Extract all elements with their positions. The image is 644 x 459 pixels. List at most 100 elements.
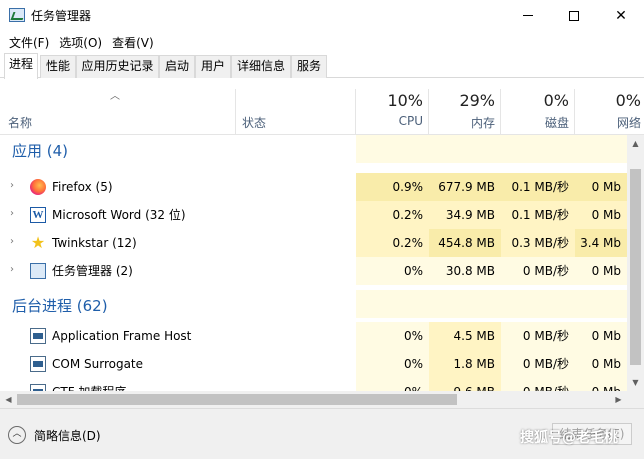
minimize-icon <box>523 15 533 16</box>
close-icon: ✕ <box>615 7 627 24</box>
window-icon <box>30 328 46 344</box>
scroll-up-icon[interactable]: ▲ <box>627 135 644 152</box>
memory-value: 677.9 MB <box>429 173 501 201</box>
menu-options[interactable]: 选项(O) <box>54 34 107 51</box>
column-cpu[interactable]: 10% CPU <box>356 79 429 135</box>
tab-startup[interactable]: 启动 <box>159 55 195 78</box>
memory-value: 454.8 MB <box>429 229 501 257</box>
expand-icon[interactable]: › <box>10 209 16 219</box>
process-name: Twinkstar (12) <box>52 236 137 250</box>
process-name: Application Frame Host <box>52 329 192 343</box>
column-memory-label: 内存 <box>470 116 495 130</box>
horizontal-scroll-thumb[interactable] <box>17 394 457 405</box>
column-status-label: 状态 <box>242 116 267 130</box>
disk-value: 0.1 MB/秒 <box>501 173 575 201</box>
word-icon: W <box>30 207 46 223</box>
disk-total-pct: 0% <box>543 91 569 110</box>
scroll-right-icon[interactable]: ▶ <box>610 391 627 408</box>
maximize-button[interactable] <box>551 0 597 31</box>
network-total-pct: 0% <box>615 91 641 110</box>
menu-view[interactable]: 查看(V) <box>107 34 159 51</box>
table-row[interactable]: Application Frame Host 0% 4.5 MB 0 MB/秒 … <box>0 322 627 350</box>
task-manager-icon <box>9 8 25 22</box>
process-name: 任务管理器 (2) <box>52 264 133 278</box>
cpu-value: 0.9% <box>356 173 429 201</box>
table-row[interactable]: COM Surrogate 0% 1.8 MB 0 MB/秒 0 Mb <box>0 350 627 378</box>
tab-performance[interactable]: 性能 <box>40 55 76 78</box>
cpu-value: 0% <box>356 257 429 285</box>
tab-details[interactable]: 详细信息 <box>231 55 291 78</box>
process-list[interactable]: 应用 (4) › Firefox (5) 0.9% 677.9 MB 0.1 M… <box>0 135 627 391</box>
chevron-up-icon[interactable]: ︿ <box>8 426 26 444</box>
scroll-left-icon[interactable]: ◀ <box>0 391 17 408</box>
process-name: CTF 加载程序 <box>52 378 126 391</box>
task-manager-icon <box>30 263 46 279</box>
column-name[interactable]: 名称 <box>0 79 235 135</box>
title-bar[interactable]: 任务管理器 ✕ <box>0 0 644 31</box>
process-name: COM Surrogate <box>52 357 144 371</box>
horizontal-scrollbar[interactable]: ◀ ▶ <box>0 391 627 408</box>
close-button[interactable]: ✕ <box>598 0 644 31</box>
network-value: 0 Mb <box>575 201 627 229</box>
column-status[interactable]: 状态 <box>236 79 356 135</box>
tab-app-history[interactable]: 应用历史记录 <box>76 55 159 78</box>
footer-bar: ︿ 简略信息(D) 结束任务(E) 搜狐号@老毛桃 <box>0 408 644 459</box>
group-title-background: 后台进程 (62) <box>12 297 108 315</box>
network-value: 3.4 Mb <box>575 229 627 257</box>
network-value: 0 Mb <box>575 378 627 391</box>
menu-file[interactable]: 文件(F) <box>4 34 54 51</box>
disk-value: 0 MB/秒 <box>501 257 575 285</box>
firefox-icon <box>30 179 46 195</box>
column-memory[interactable]: 29% 内存 <box>429 79 501 135</box>
table-row[interactable]: › W Microsoft Word (32 位) 0.2% 34.9 MB 0… <box>0 201 627 229</box>
cpu-value: 0% <box>356 350 429 378</box>
tab-processes[interactable]: 进程 <box>4 53 38 79</box>
watermark: 搜狐号@老毛桃 <box>520 430 618 446</box>
cpu-value: 0% <box>356 322 429 350</box>
column-name-label: 名称 <box>8 116 33 130</box>
cpu-value: 0.2% <box>356 229 429 257</box>
column-network[interactable]: 0% 网络 <box>575 79 644 135</box>
memory-value: 9.6 MB <box>429 378 501 391</box>
group-header-background[interactable]: 后台进程 (62) <box>0 290 627 318</box>
network-value: 0 Mb <box>575 173 627 201</box>
cpu-value: 0% <box>356 378 429 391</box>
tab-users[interactable]: 用户 <box>195 55 231 78</box>
column-network-label: 网络 <box>616 116 641 130</box>
memory-value: 30.8 MB <box>429 257 501 285</box>
cpu-total-pct: 10% <box>387 91 423 110</box>
vertical-scrollbar[interactable]: ▲ ▼ <box>627 135 644 391</box>
expand-icon[interactable]: › <box>10 237 16 247</box>
expand-icon[interactable]: › <box>10 265 16 275</box>
group-header-apps[interactable]: 应用 (4) <box>0 135 627 163</box>
window-title: 任务管理器 <box>31 9 92 23</box>
tab-services[interactable]: 服务 <box>291 55 327 78</box>
disk-value: 0 MB/秒 <box>501 350 575 378</box>
ctf-icon <box>30 384 46 391</box>
disk-value: 0.3 MB/秒 <box>501 229 575 257</box>
fewer-details-link[interactable]: 简略信息(D) <box>34 427 101 444</box>
menu-bar: 文件(F) 选项(O) 查看(V) <box>0 31 644 53</box>
network-value: 0 Mb <box>575 350 627 378</box>
disk-value: 0 MB/秒 <box>501 322 575 350</box>
disk-value: 0 MB/秒 <box>501 378 575 391</box>
process-name: Firefox (5) <box>52 180 113 194</box>
table-row[interactable]: CTF 加载程序 0% 9.6 MB 0 MB/秒 0 Mb <box>0 378 627 391</box>
window-icon <box>30 356 46 372</box>
maximize-icon <box>569 10 579 21</box>
column-disk-label: 磁盘 <box>544 116 569 130</box>
scroll-down-icon[interactable]: ▼ <box>627 374 644 391</box>
expand-icon[interactable]: › <box>10 181 16 191</box>
scrollbar-corner <box>627 391 644 408</box>
disk-value: 0.1 MB/秒 <box>501 201 575 229</box>
column-disk[interactable]: 0% 磁盘 <box>501 79 575 135</box>
minimize-button[interactable] <box>505 0 551 31</box>
table-row[interactable]: › ★ Twinkstar (12) 0.2% 454.8 MB 0.3 MB/… <box>0 229 627 257</box>
vertical-scroll-thumb[interactable] <box>630 169 641 365</box>
cpu-value: 0.2% <box>356 201 429 229</box>
table-row[interactable]: › Firefox (5) 0.9% 677.9 MB 0.1 MB/秒 0 M… <box>0 173 627 201</box>
tab-bar: 进程 性能 应用历史记录 启动 用户 详细信息 服务 <box>0 53 644 79</box>
network-value: 0 Mb <box>575 257 627 285</box>
table-row[interactable]: › 任务管理器 (2) 0% 30.8 MB 0 MB/秒 0 Mb <box>0 257 627 285</box>
column-header: ︿ 名称 状态 10% CPU 29% 内存 0% 磁盘 0% 网络 <box>0 79 644 135</box>
